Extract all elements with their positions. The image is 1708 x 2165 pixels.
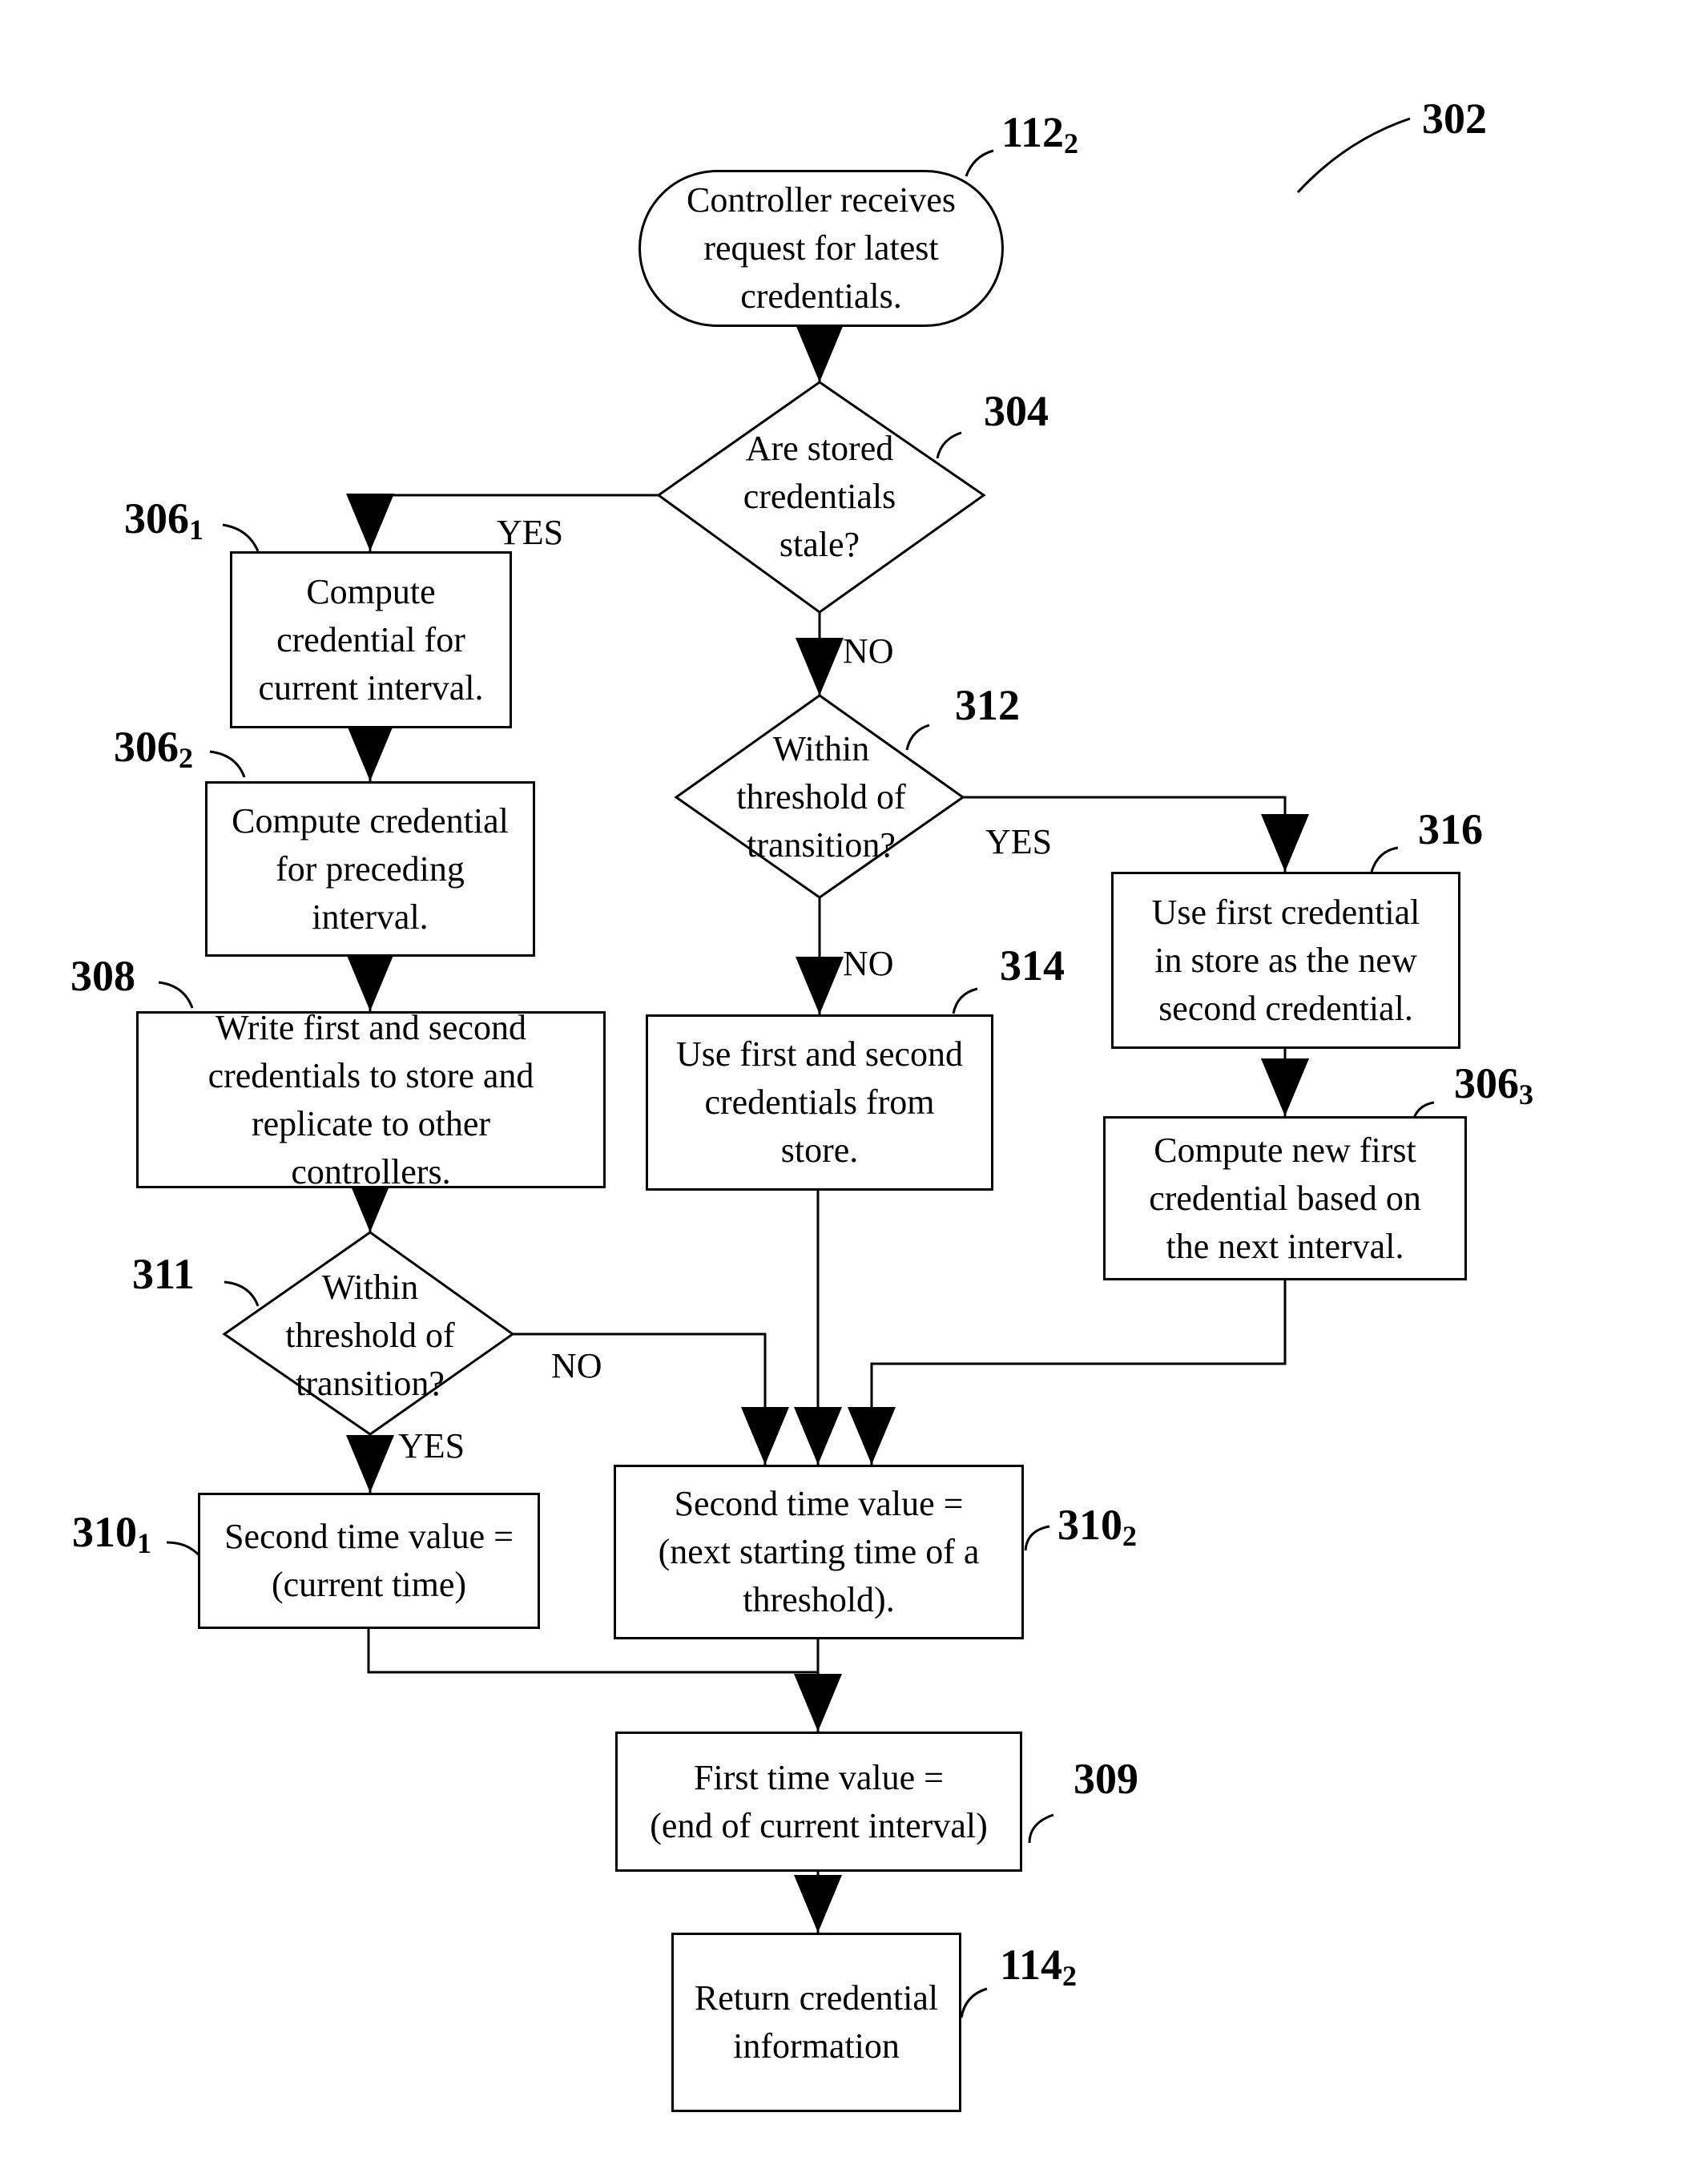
ref-subscript: 2 xyxy=(179,742,193,774)
decision-311-text-box: Within threshold of transition? xyxy=(256,1260,484,1412)
ref-number: 304 xyxy=(984,387,1049,435)
leader-308 xyxy=(158,981,194,1009)
leader-3102 xyxy=(1024,1525,1050,1551)
leader-311 xyxy=(224,1280,260,1307)
ref-number: 316 xyxy=(1418,805,1483,853)
end-box-114-2: Return credential information xyxy=(671,1933,961,2112)
process-box-306-2: Compute credential for preceding interva… xyxy=(205,781,535,957)
process-box-308: Write first and second credentials to st… xyxy=(136,1008,606,1191)
ref-306-3: 3063 xyxy=(1454,1059,1533,1119)
ref-312: 312 xyxy=(955,681,1020,729)
edge-3063-3102 xyxy=(848,1280,1287,1465)
ref-subscript: 1 xyxy=(137,1527,151,1559)
process-310-2-text: Second time value = (next starting time … xyxy=(658,1484,980,1619)
leader-309 xyxy=(1028,1813,1054,1844)
ref-number: 114 xyxy=(1000,1941,1063,1989)
ref-310-2: 3102 xyxy=(1057,1501,1137,1560)
process-box-310-2: Second time value = (next starting time … xyxy=(614,1465,1024,1639)
leader-316 xyxy=(1370,846,1399,873)
process-308-text: Write first and second credentials to st… xyxy=(207,1007,534,1191)
end-box-text: Return credential information xyxy=(694,1978,939,2066)
ref-subscript: 3 xyxy=(1519,1078,1533,1111)
process-box-310-1: Second time value = (current time) xyxy=(198,1493,540,1629)
edge-label-304-yes: YES xyxy=(497,513,564,552)
ref-112-2: 1122 xyxy=(1001,108,1078,167)
decision-312-text-box: Within threshold of transition? xyxy=(705,721,937,873)
ref-number: 306 xyxy=(124,494,189,542)
process-box-314: Use first and second credentials from st… xyxy=(646,1014,993,1191)
ref-306-1: 3061 xyxy=(124,494,203,554)
ref-subscript: 2 xyxy=(1062,1960,1078,1992)
process-box-306-1: Compute credential for current interval. xyxy=(230,551,512,728)
figure-ref-text: 302 xyxy=(1422,95,1487,143)
process-306-1-text: Compute credential for current interval. xyxy=(258,571,484,708)
ref-114-2: 1142 xyxy=(1000,1941,1077,2000)
process-306-3-text: Compute new first credential based on th… xyxy=(1149,1130,1421,1266)
edge-label-311-yes: YES xyxy=(398,1426,465,1466)
ref-number: 308 xyxy=(70,952,135,1000)
ref-316: 316 xyxy=(1418,805,1483,853)
ref-308: 308 xyxy=(70,952,135,1000)
decision-311-text: Within threshold of transition? xyxy=(285,1268,455,1403)
edge-label-311-no: NO xyxy=(551,1346,602,1385)
process-306-2-text: Compute credential for preceding interva… xyxy=(232,800,509,937)
leader-112 xyxy=(965,149,994,177)
edge-label-312-yes: YES xyxy=(985,822,1053,861)
ref-number: 306 xyxy=(1454,1059,1519,1107)
process-box-309: First time value = (end of current inter… xyxy=(615,1732,1022,1872)
ref-314: 314 xyxy=(1000,941,1065,990)
start-terminal-112-2: Controller receives request for latest c… xyxy=(638,170,1004,327)
process-316-text: Use first credential in store as the new… xyxy=(1151,892,1420,1028)
figure-ref-302: 302 xyxy=(1422,95,1487,143)
ref-number: 310 xyxy=(1057,1501,1122,1549)
decision-304-text-box: Are stored credentials stale? xyxy=(697,421,942,573)
ref-number: 311 xyxy=(132,1250,195,1298)
ref-subscript: 1 xyxy=(189,514,203,546)
ref-subscript: 2 xyxy=(1122,1520,1137,1552)
ref-309: 309 xyxy=(1074,1755,1138,1803)
edge-label-312-no: NO xyxy=(843,944,894,983)
ref-304: 304 xyxy=(984,387,1049,435)
ref-number: 112 xyxy=(1001,108,1065,156)
ref-number: 310 xyxy=(72,1508,137,1556)
ref-306-2: 3062 xyxy=(114,723,193,782)
process-314-text: Use first and second credentials from st… xyxy=(675,1034,963,1170)
leader-302 xyxy=(1296,117,1411,194)
process-box-316: Use first credential in store as the new… xyxy=(1111,872,1460,1049)
ref-number: 314 xyxy=(1000,941,1065,990)
leader-314 xyxy=(952,987,978,1014)
leader-114 xyxy=(960,1987,988,2018)
ref-number: 306 xyxy=(114,723,179,771)
process-box-306-3: Compute new first credential based on th… xyxy=(1103,1116,1467,1280)
start-terminal-text: Controller receives request for latest c… xyxy=(687,180,956,316)
ref-311: 311 xyxy=(132,1250,195,1298)
process-310-1-text: Second time value = (current time) xyxy=(224,1517,514,1604)
edge-label-304-no: NO xyxy=(843,631,894,671)
leader-3062 xyxy=(209,750,246,778)
process-309-text: First time value = (end of current inter… xyxy=(650,1757,988,1845)
ref-subscript: 2 xyxy=(1064,127,1079,159)
ref-number: 309 xyxy=(1074,1755,1138,1803)
ref-310-1: 3101 xyxy=(72,1508,151,1567)
decision-312-text: Within threshold of transition? xyxy=(736,729,906,865)
ref-number: 312 xyxy=(955,681,1020,729)
leader-3061 xyxy=(222,523,260,552)
decision-304-text: Are stored credentials stale? xyxy=(743,429,896,564)
